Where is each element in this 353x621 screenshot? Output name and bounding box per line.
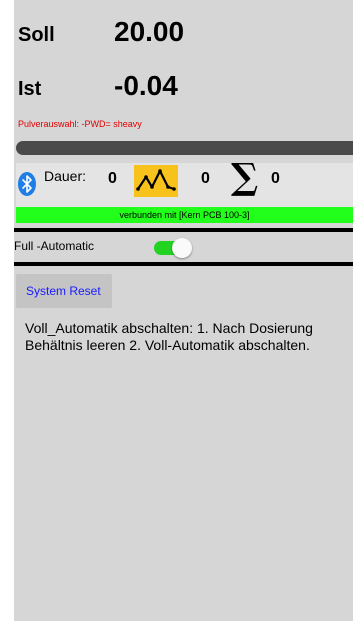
ist-value: -0.04	[114, 70, 178, 101]
divider	[14, 228, 353, 232]
sigma-icon: ∑	[231, 156, 259, 198]
dosing-progress-bar	[16, 141, 353, 155]
sum-value: 0	[271, 170, 280, 187]
connection-status-bar: verbunden mit [Kern PCB 100-3]	[16, 207, 353, 223]
bluetooth-icon[interactable]	[18, 172, 36, 196]
dauer-value: 0	[108, 170, 117, 187]
toggle-knob	[172, 238, 192, 258]
powder-selection-text: Pulverauswahl: -PWD= sheavy	[18, 119, 142, 129]
weight-graph-icon	[134, 165, 178, 197]
app-screen: Soll 20.00 Ist -0.04 Pulverauswahl: -PWD…	[14, 0, 353, 621]
instructions-text: Voll_Automatik abschalten: 1. Nach Dosie…	[25, 320, 313, 353]
full-automatic-label: Full -Automatic	[14, 239, 95, 253]
dauer-label: Dauer:	[44, 168, 87, 184]
ist-label: Ist	[18, 78, 42, 100]
soll-label: Soll	[18, 24, 55, 46]
divider	[14, 262, 353, 266]
system-reset-button[interactable]: System Reset	[16, 274, 112, 308]
count-value: 0	[201, 170, 210, 187]
full-automatic-toggle[interactable]	[154, 238, 194, 258]
soll-value: 20.00	[114, 16, 185, 47]
status-row: Dauer: 0 0 ∑ 0	[16, 159, 353, 207]
